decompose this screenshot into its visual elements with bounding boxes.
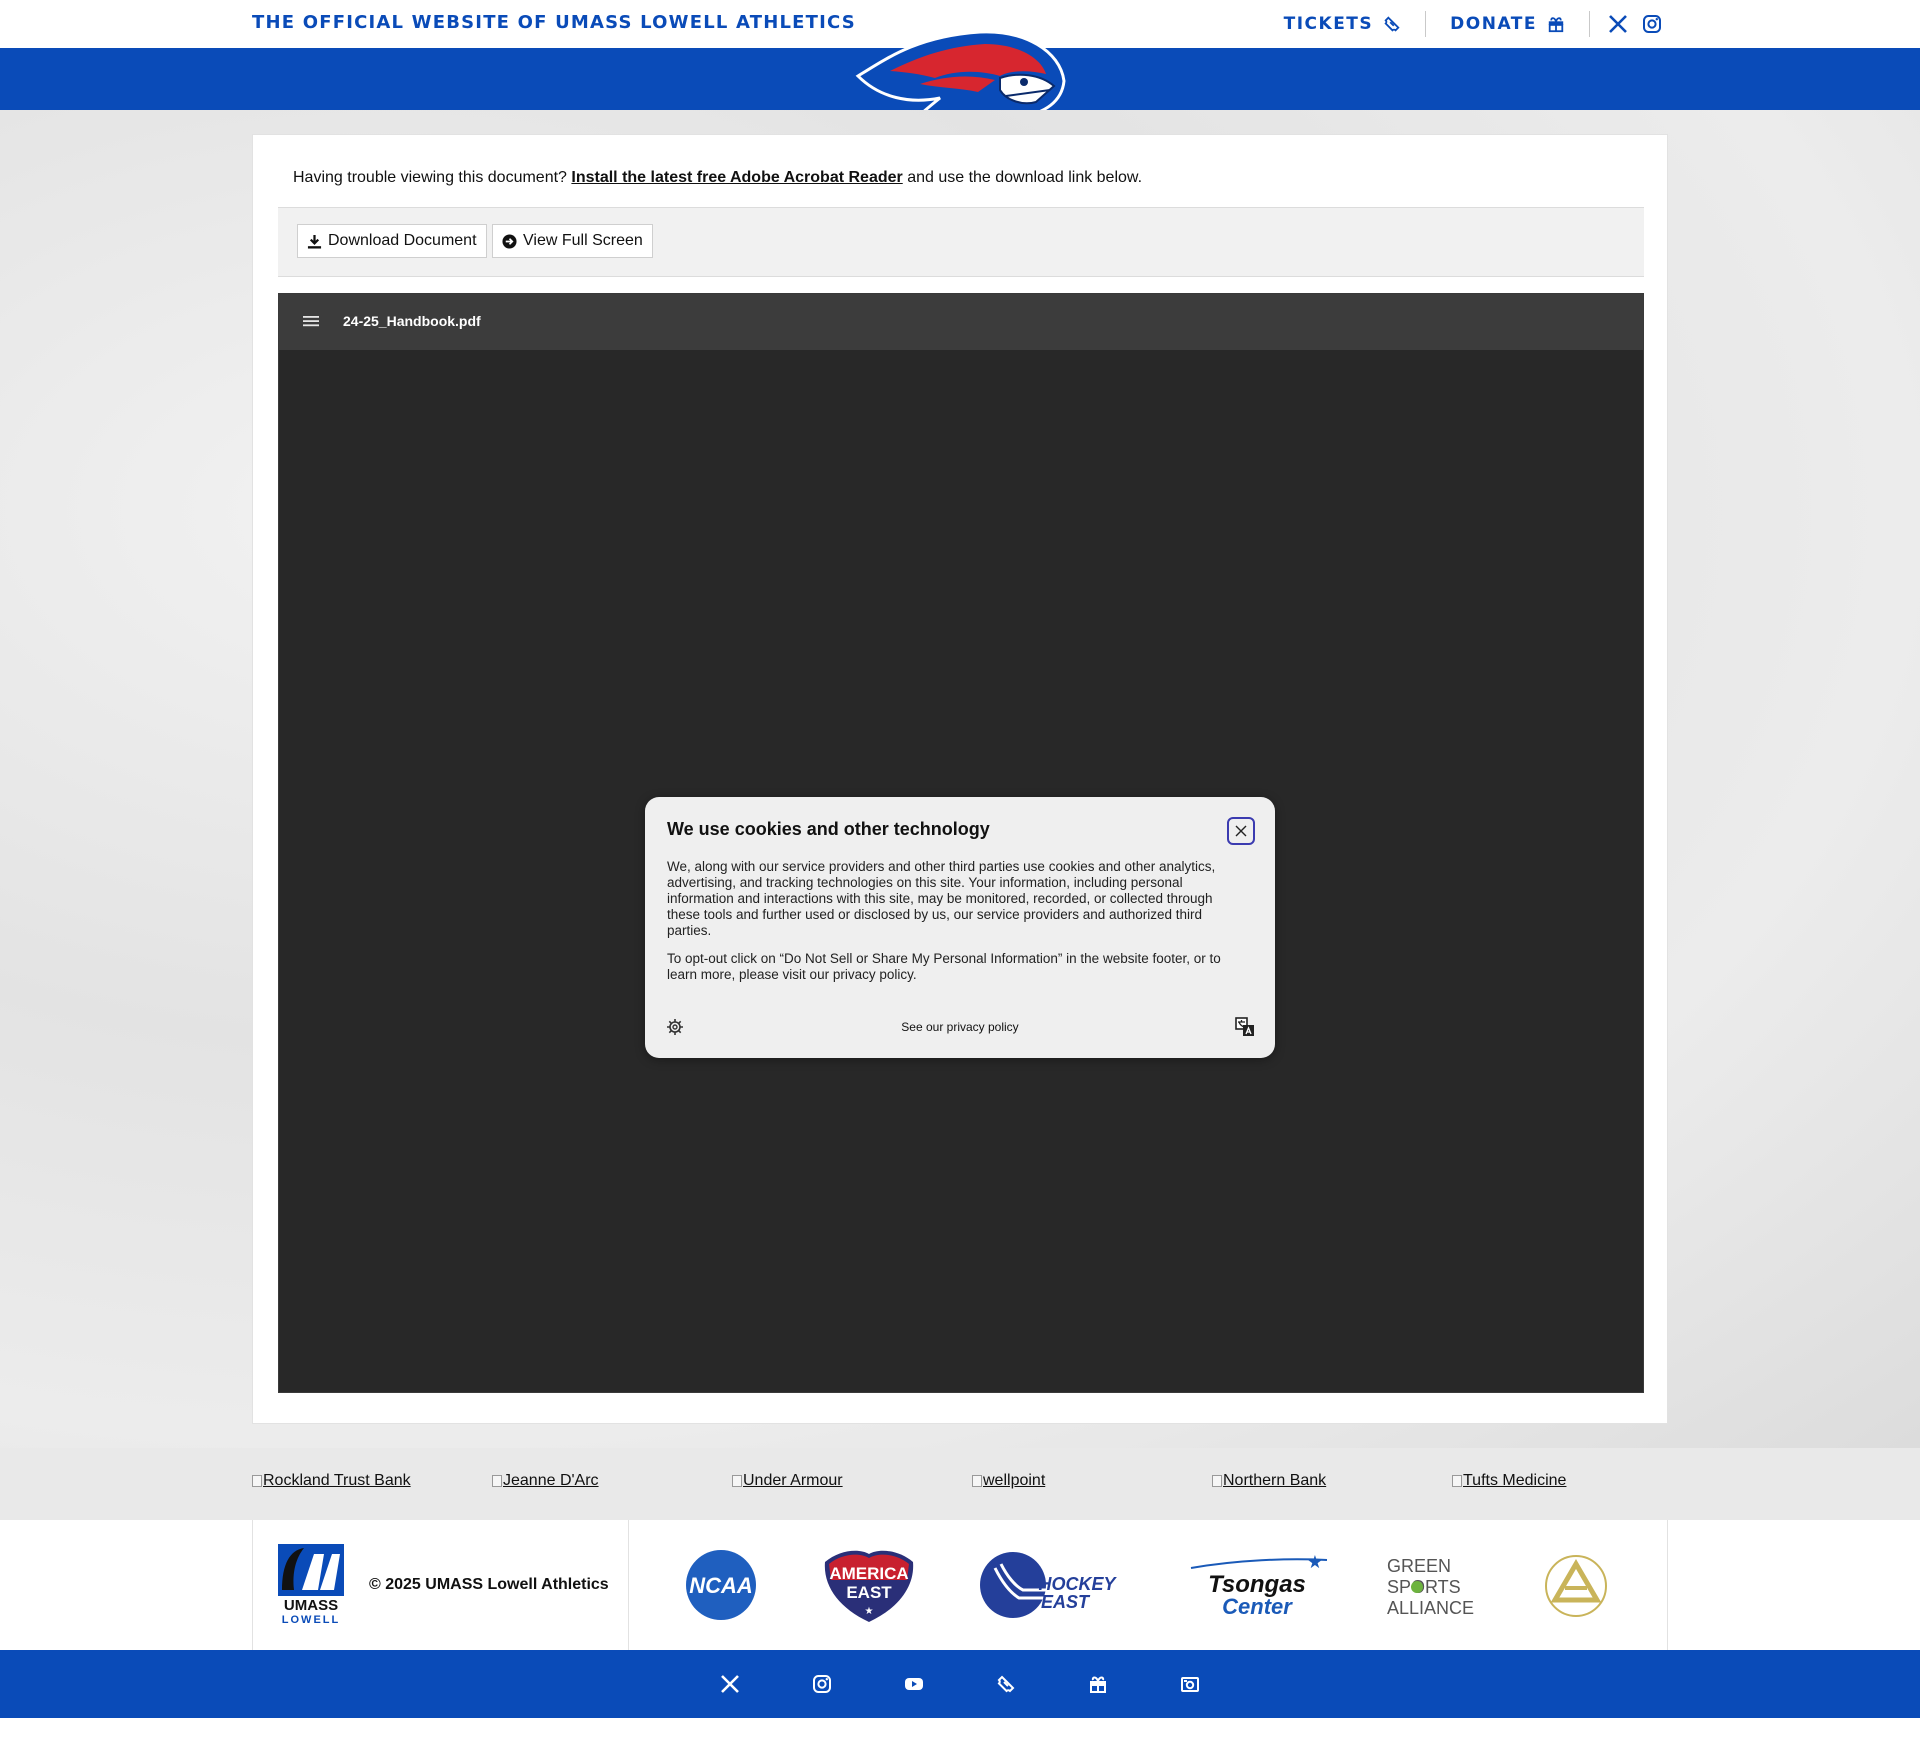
download-label: Download Document [328,232,477,249]
help-prefix: Having trouble viewing this document? [293,169,567,186]
broken-image-icon [732,1475,742,1487]
svg-text:AMERICA: AMERICA [829,1564,908,1583]
broken-image-icon [1212,1475,1222,1487]
instagram-icon[interactable] [1642,14,1662,34]
hockey-east-logo[interactable]: HOCKEY EAST [979,1550,1127,1620]
cookie-description: We, along with our service providers and… [667,859,1216,938]
green-sports-alliance-logo[interactable]: GREEN SPORTS ALLIANCE [1387,1556,1491,1616]
sponsor-strip: Rockland Trust Bank Jeanne D'Arc Under A… [0,1448,1920,1520]
document-card: Having trouble viewing this document? In… [252,134,1668,1424]
donate-link[interactable]: DONATE [1426,14,1589,34]
menu-icon[interactable] [303,314,319,328]
sponsor-name: wellpoint [983,1472,1046,1489]
acrobat-reader-link[interactable]: Install the latest free Adobe Acrobat Re… [571,169,902,186]
instagram-icon[interactable] [812,1674,832,1694]
tickets-link[interactable]: TICKETS [1260,14,1426,34]
svg-text:LOWELL: LOWELL [282,1614,340,1624]
viewer-help-text: Having trouble viewing this document? In… [293,169,1142,187]
sponsor-link[interactable]: Tufts Medicine [1452,1472,1566,1490]
tickets-label: TICKETS [1283,14,1374,34]
language-icon[interactable] [1235,1017,1255,1037]
svg-text:UMASS: UMASS [284,1597,338,1614]
pdf-file-name: 24-25_Handbook.pdf [343,313,481,329]
sponsor-link[interactable]: Rockland Trust Bank [252,1472,411,1490]
cookie-dialog: We use cookies and other technology We, … [645,797,1275,1058]
svg-text:EAST: EAST [1041,1592,1091,1612]
umass-lowell-logo[interactable]: UMASS LOWELL [278,1544,344,1624]
sponsor-name: Tufts Medicine [1463,1472,1567,1489]
sponsor-name: Northern Bank [1223,1472,1327,1489]
download-icon [307,234,322,249]
privacy-policy-link[interactable]: See our privacy policy [645,1020,1275,1034]
header-social [1590,14,1662,34]
cookie-opt-out-text: To opt-out click on “Do Not Sell or Shar… [667,951,1221,982]
broken-image-icon [972,1475,982,1487]
broken-image-icon [1452,1475,1462,1487]
partner-emblem-logo[interactable] [1543,1554,1609,1618]
svg-text:EAST: EAST [846,1583,892,1602]
sponsor-name: Under Armour [743,1472,843,1489]
svg-text:★: ★ [865,1606,874,1617]
ncaa-logo[interactable]: NCAA [685,1548,761,1622]
footer: UMASS LOWELL © 2025 UMASS Lowell Athleti… [252,1520,1668,1650]
document-toolbar: Download Document View Full Screen [278,207,1644,277]
sponsor-link[interactable]: Northern Bank [1212,1472,1326,1490]
ticket-icon[interactable] [996,1674,1016,1694]
x-icon[interactable] [720,1674,740,1694]
close-icon [1235,825,1247,837]
svg-text:HOCKEY: HOCKEY [1038,1574,1117,1594]
america-east-logo[interactable]: AMERICA EAST ★ [819,1546,919,1624]
arrow-circle-right-icon [502,233,517,249]
tsongas-center-logo[interactable]: ★ Tsongas Center [1187,1554,1331,1616]
sponsor-link[interactable]: Under Armour [732,1472,843,1490]
copyright-text: © 2025 UMASS Lowell Athletics [369,1576,609,1593]
help-suffix: and use the download link below. [907,169,1143,186]
donate-label: DONATE [1450,14,1537,34]
svg-text:GREEN: GREEN [1387,1556,1451,1576]
svg-text:Center: Center [1222,1594,1293,1616]
svg-text:NCAA: NCAA [689,1573,753,1598]
camera-icon[interactable] [1180,1674,1200,1694]
cookie-dialog-title: We use cookies and other technology [667,819,990,839]
bottom-social-bar [0,1650,1920,1718]
broken-image-icon [492,1475,502,1487]
sponsor-name: Rockland Trust Bank [263,1472,411,1489]
pdf-viewer-header: 24-25_Handbook.pdf [279,294,1643,350]
svg-text:★: ★ [1307,1554,1323,1572]
broken-image-icon [252,1475,262,1487]
youtube-icon[interactable] [904,1674,924,1694]
site-title[interactable]: THE OFFICIAL WEBSITE OF UMASS LOWELL ATH… [252,12,856,33]
svg-text:SPORTS: SPORTS [1387,1577,1461,1597]
sponsor-link[interactable]: Jeanne D'Arc [492,1472,599,1490]
view-full-screen-button[interactable]: View Full Screen [492,224,653,258]
fullscreen-label: View Full Screen [523,232,643,249]
svg-text:ALLIANCE: ALLIANCE [1387,1598,1474,1616]
sponsor-link[interactable]: wellpoint [972,1472,1045,1490]
gift-icon[interactable] [1088,1674,1108,1694]
top-links: TICKETS DONATE [1260,10,1662,38]
gift-icon [1548,17,1564,33]
ticket-icon [1384,16,1400,32]
divider [628,1520,629,1650]
cookie-close-button[interactable] [1227,817,1255,845]
x-icon[interactable] [1608,14,1628,34]
sponsor-name: Jeanne D'Arc [503,1472,599,1489]
download-document-button[interactable]: Download Document [297,224,487,258]
